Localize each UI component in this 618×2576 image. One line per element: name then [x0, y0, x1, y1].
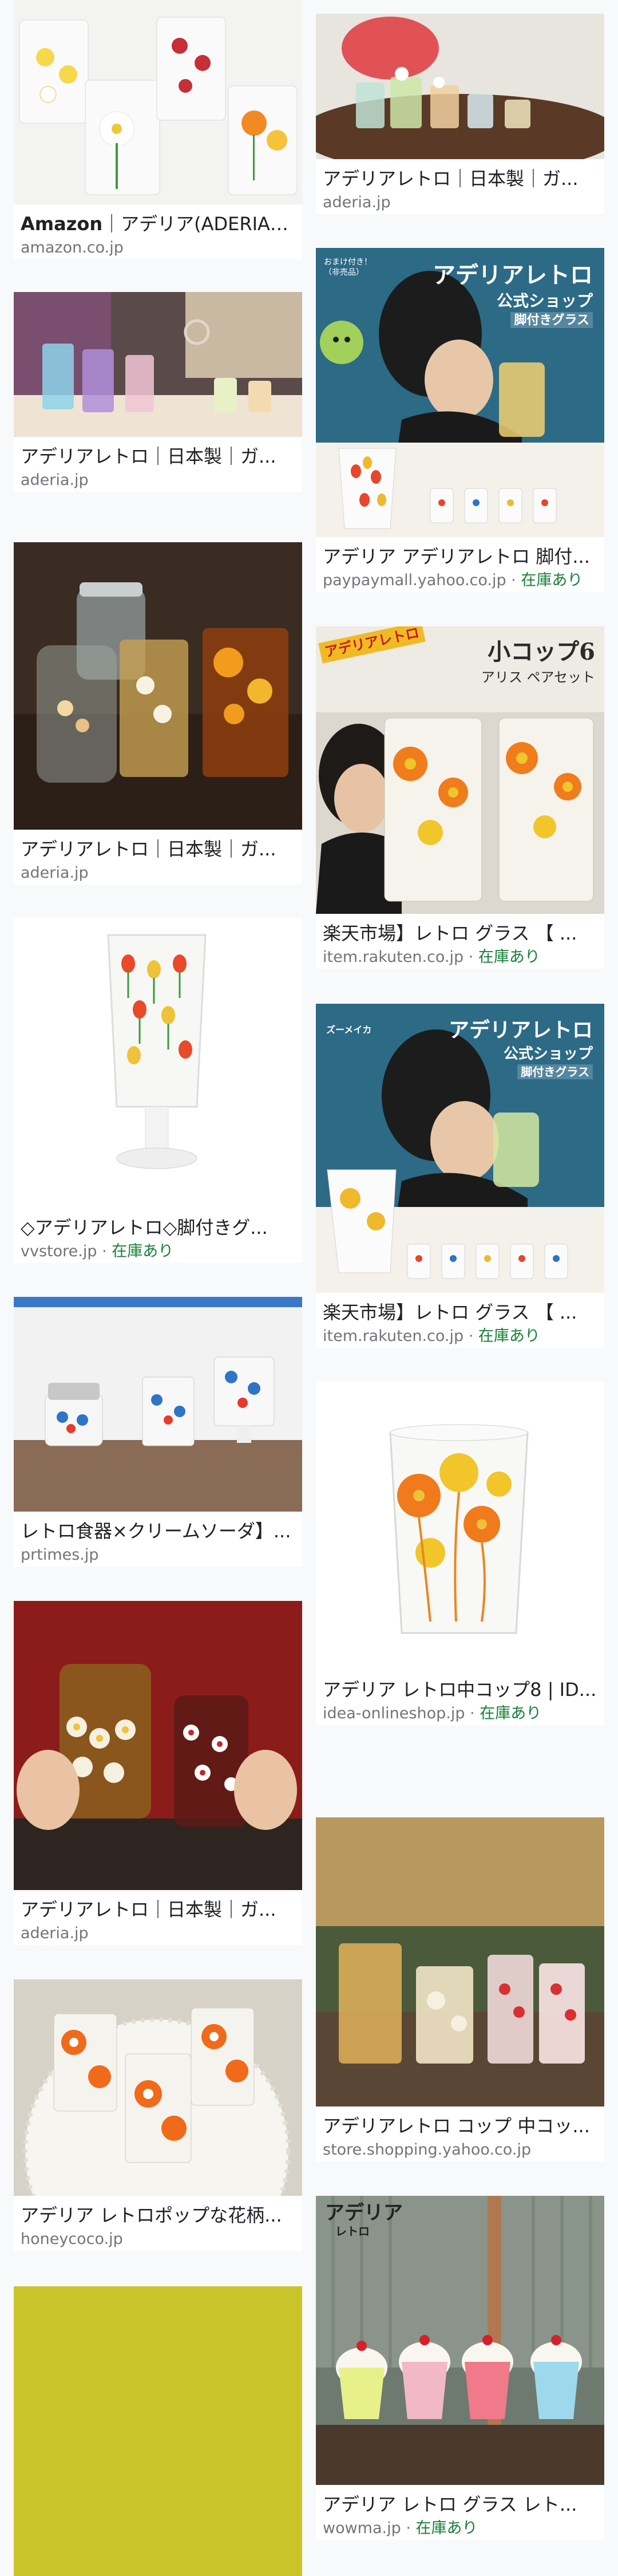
result-card[interactable]: アデリアレトロ｜日本製｜ガ... aderia.jp [14, 1601, 302, 1945]
result-title[interactable]: 楽天市場】レトロ グラス 【 ... [323, 1300, 597, 1325]
result-title[interactable]: アデリアレトロ｜日本製｜ガ... [21, 1897, 295, 1922]
banner-subheading: アリス ペアセット [481, 669, 595, 685]
result-source: honeycoco.jp [21, 2230, 123, 2248]
result-title[interactable]: Amazon｜アデリア(ADERIA) ... [21, 211, 295, 236]
result-title[interactable]: アデリア アデリアレトロ 脚付... [323, 544, 597, 569]
banner-badge: ズーメイカ [326, 1024, 372, 1035]
result-source: item.rakuten.co.jp · 在庫あり [323, 948, 540, 966]
banner-tagline: 脚付きグラス [510, 312, 593, 328]
result-card[interactable]: アデリア レトロポップな花柄... honeycoco.jp [14, 1979, 302, 2251]
banner-tagline: 脚付きグラス [517, 1064, 593, 1079]
result-source: paypaymall.yahoo.co.jp · 在庫あり [323, 571, 583, 589]
result-source: prtimes.jp [21, 1546, 99, 1564]
result-card[interactable]: レトロ食器×クリームソーダ】... prtimes.jp [14, 1297, 302, 1567]
result-title[interactable]: アデリアレトロ｜日本製｜ガ... [21, 837, 295, 862]
result-source: idea-onlineshop.jp · 在庫あり [323, 1705, 542, 1722]
result-card[interactable]: アデリアレトロ コップ 中コッ... store.shopping.yahoo.… [316, 1817, 604, 2161]
result-card[interactable]: アデリアレトロ｜日本製｜ガ... aderia.jp [316, 14, 604, 214]
loading-placeholder-image[interactable] [14, 2286, 302, 2576]
result-title[interactable]: アデリアレトロ｜日本製｜ガ... [21, 444, 295, 469]
result-title[interactable]: ◇アデリアレトロ◇脚付きグ... [21, 1215, 295, 1240]
orange-flower-glasses-image[interactable] [14, 1979, 302, 2196]
result-title[interactable]: レトロ食器×クリームソーダ】... [21, 1518, 295, 1544]
result-card[interactable]: アデリアレトロ 小コップ6 アリス ペアセット 楽天市場】レトロ グラス 【 .… [316, 626, 604, 969]
banner-heading: 小コップ6 [488, 638, 595, 665]
cream-soda-parfait-image[interactable]: アデリア レトロ [316, 2196, 604, 2485]
result-card[interactable]: アデリア レトロ中コップ8 | ID... idea-onlineshop.jp… [316, 1381, 604, 1725]
orange-daisy-glass-image[interactable] [316, 1381, 604, 1670]
daisy-glasses-image[interactable] [14, 0, 302, 204]
cream-soda-glasses-image[interactable] [14, 292, 302, 437]
result-card[interactable]: ◇アデリアレトロ◇脚付きグ... vvstore.jp · 在庫あり [14, 918, 302, 1263]
result-title[interactable]: アデリアレトロ｜日本製｜ガ... [323, 166, 597, 191]
result-card[interactable] [14, 2286, 302, 2576]
stock-badge: 在庫あり [415, 2519, 478, 2537]
result-source: aderia.jp [21, 1924, 89, 1942]
result-source: amazon.co.jp [21, 239, 124, 257]
result-title[interactable]: アデリア レトロポップな花柄... [21, 2203, 295, 2228]
stock-badge: 在庫あり [480, 1705, 542, 1722]
banner-subheading: 公式ショップ [503, 1046, 593, 1063]
banner-badge: おまけ付き！（非売品） [324, 258, 372, 277]
glasses-by-window-image[interactable] [316, 1817, 604, 2106]
result-card[interactable]: アデリアレトロ｜日本製｜ガ... aderia.jp [14, 542, 302, 885]
stock-badge: 在庫あり [478, 948, 540, 966]
stock-badge: 在庫あり [478, 1327, 540, 1345]
result-title[interactable]: アデリア レトロ中コップ8 | ID... [323, 1677, 597, 1702]
tray-glasses-image[interactable] [316, 14, 604, 159]
result-source: wowma.jp · 在庫あり [323, 2519, 478, 2537]
blue-tulip-set-image[interactable] [14, 1297, 302, 1512]
result-title[interactable]: アデリア レトロ グラス レト... [323, 2492, 597, 2517]
result-card[interactable]: アデリア レトロ アデリア レトロ グラス レト... wowma.jp · 在… [316, 2196, 604, 2540]
result-card[interactable]: アデリアレトロ｜日本製｜ガ... aderia.jp [14, 292, 302, 492]
shop-banner-image-2[interactable]: ズーメイカ アデリアレトロ 公式ショップ 脚付きグラス [316, 1004, 604, 1293]
result-title[interactable]: アデリアレトロ コップ 中コッ... [323, 2113, 597, 2139]
result-source: aderia.jp [21, 864, 89, 882]
stock-badge: 在庫あり [521, 571, 583, 589]
banner-subheading: レトロ [335, 2224, 370, 2238]
result-source: aderia.jp [21, 471, 89, 489]
tulip-footed-glass-image[interactable] [14, 918, 302, 1208]
result-source: store.shopping.yahoo.co.jp [323, 2141, 532, 2159]
shop-banner-image[interactable]: アデリアレトロ 公式ショップ 脚付きグラス おまけ付き！（非売品） [316, 248, 604, 537]
result-card[interactable]: Amazon｜アデリア(ADERIA) ... amazon.co.jp [14, 0, 302, 259]
result-card[interactable]: アデリアレトロ 公式ショップ 脚付きグラス おまけ付き！（非売品） アデリア ア… [316, 248, 604, 592]
hands-holding-glasses-image[interactable] [14, 1601, 302, 1890]
result-source: item.rakuten.co.jp · 在庫あり [323, 1327, 540, 1345]
result-card[interactable]: ズーメイカ アデリアレトロ 公式ショップ 脚付きグラス 楽天市場】レトロ グラス… [316, 1004, 604, 1348]
komug6-image[interactable]: アデリアレトロ 小コップ6 アリス ペアセット [316, 626, 604, 914]
banner-heading: アデリアレトロ [448, 1018, 593, 1042]
stock-badge: 在庫あり [112, 1242, 174, 1260]
result-source: aderia.jp [323, 194, 391, 211]
banner-heading: アデリア [325, 2202, 403, 2224]
banner-subheading: 公式ショップ [496, 291, 593, 310]
banner-heading: アデリアレトロ [433, 262, 593, 289]
result-title[interactable]: 楽天市場】レトロ グラス 【 ... [323, 921, 597, 946]
tea-glasses-image[interactable] [14, 542, 302, 830]
result-source: vvstore.jp · 在庫あり [21, 1242, 174, 1260]
